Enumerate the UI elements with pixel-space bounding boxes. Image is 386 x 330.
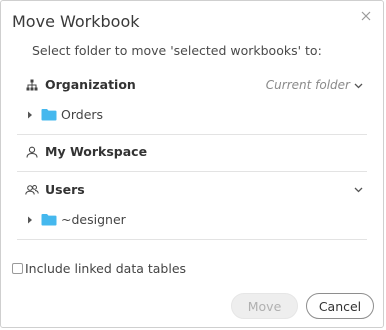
section-organization[interactable]: Organization Current folder bbox=[17, 77, 367, 92]
dialog-subtitle: Select folder to move 'selected workbook… bbox=[32, 43, 322, 58]
include-linked-checkbox[interactable] bbox=[12, 263, 23, 274]
caret-right-icon[interactable] bbox=[25, 110, 35, 120]
chevron-down-icon[interactable] bbox=[354, 187, 363, 193]
tree-item-label: ~designer bbox=[61, 212, 126, 227]
folder-icon bbox=[41, 213, 57, 226]
move-button[interactable]: Move bbox=[231, 293, 298, 319]
close-icon[interactable] bbox=[357, 7, 375, 25]
tree-item-orders[interactable]: Orders bbox=[17, 107, 367, 122]
current-folder-label: Current folder bbox=[265, 77, 350, 92]
tree-item-designer[interactable]: ~designer bbox=[17, 212, 367, 227]
cancel-button[interactable]: Cancel bbox=[306, 293, 374, 319]
divider bbox=[17, 171, 367, 172]
include-linked-label: Include linked data tables bbox=[25, 261, 187, 276]
org-tree-icon bbox=[25, 78, 39, 92]
folder-icon bbox=[41, 108, 57, 121]
dialog-title: Move Workbook bbox=[12, 12, 140, 31]
users-icon bbox=[25, 183, 39, 197]
current-folder-dropdown[interactable]: Current folder bbox=[266, 78, 363, 92]
chevron-down-icon bbox=[354, 78, 363, 92]
user-icon bbox=[25, 145, 39, 159]
tree-item-label: Orders bbox=[61, 107, 104, 122]
section-my-workspace-title: My Workspace bbox=[45, 144, 148, 159]
caret-right-icon[interactable] bbox=[25, 215, 35, 225]
section-users[interactable]: Users bbox=[17, 182, 367, 197]
include-linked-option[interactable]: Include linked data tables bbox=[12, 261, 186, 276]
divider bbox=[17, 239, 367, 240]
section-organization-title: Organization bbox=[45, 77, 136, 92]
divider bbox=[17, 134, 367, 135]
section-users-title: Users bbox=[45, 182, 85, 197]
move-workbook-dialog: Move Workbook Select folder to move 'sel… bbox=[0, 0, 384, 328]
section-my-workspace[interactable]: My Workspace bbox=[17, 144, 367, 159]
